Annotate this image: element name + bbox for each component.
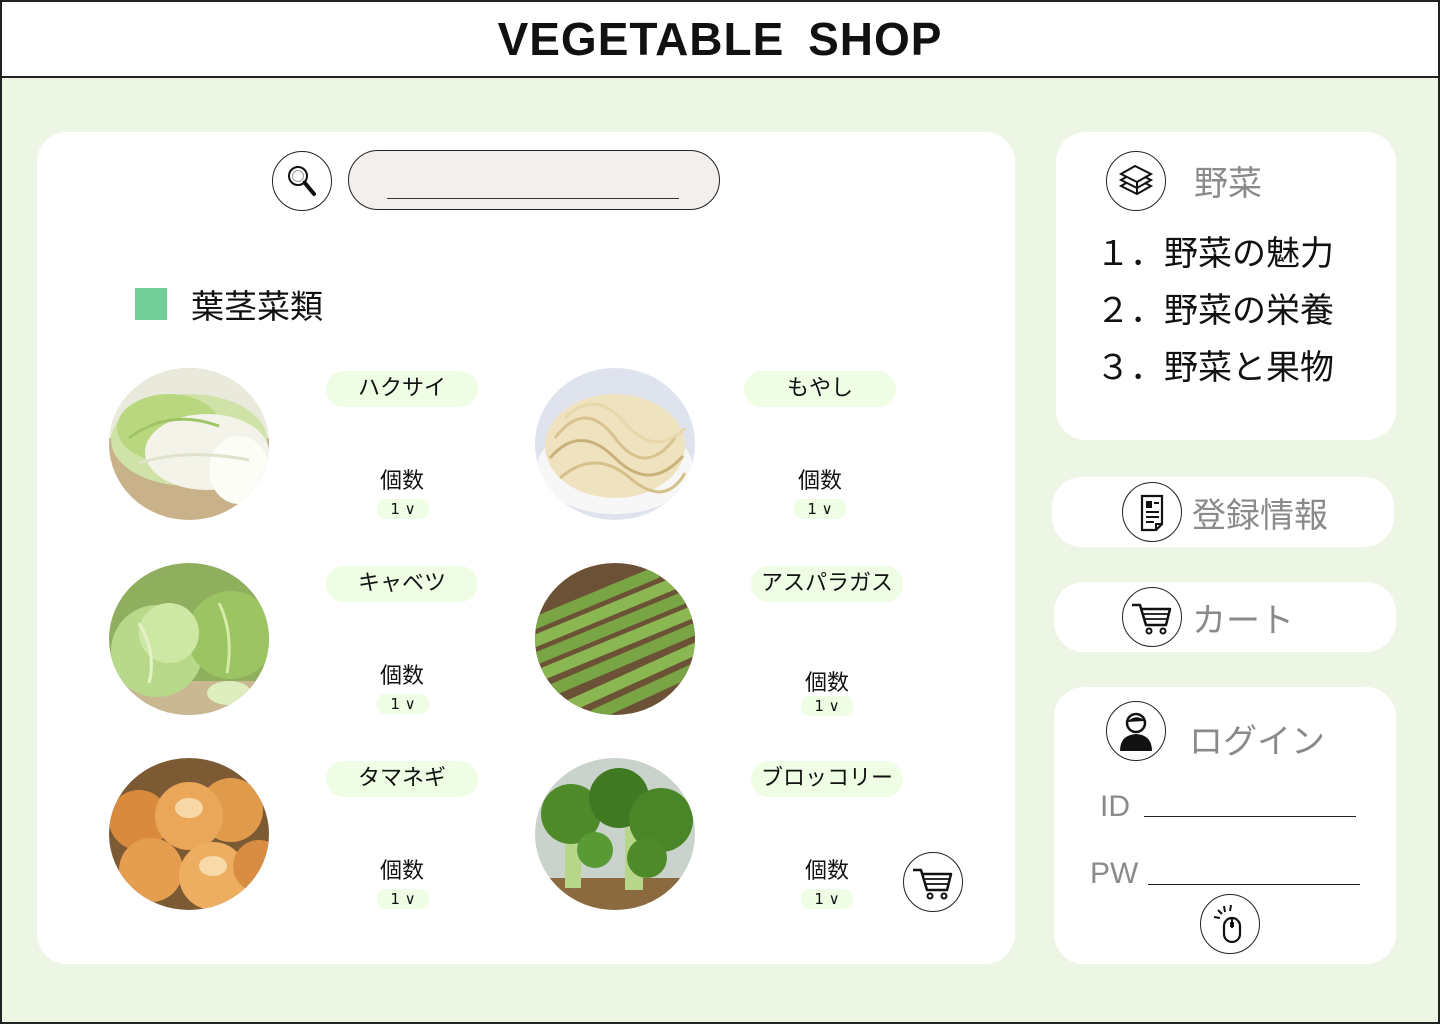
product-card: もやし 個数 1 ∨ <box>535 368 915 528</box>
site-header: VEGETABLE SHOP <box>0 0 1440 78</box>
product-name: ハクサイ <box>326 371 478 407</box>
login-card: ログイン ID PW <box>1054 687 1396 964</box>
quantity-label: 個数 <box>804 859 849 884</box>
cart-icon <box>1122 587 1182 647</box>
id-field[interactable] <box>1144 791 1356 817</box>
vegetable-link[interactable]: １．野菜の魅力 <box>1096 226 1334 283</box>
product-name: タマネギ <box>326 761 478 797</box>
vegetable-info-button[interactable] <box>1106 151 1166 211</box>
product-image-bean-sprouts[interactable] <box>535 368 695 520</box>
broccoli-image <box>535 758 695 910</box>
asparagus-image <box>535 563 695 715</box>
vegetable-link[interactable]: ２．野菜の栄養 <box>1096 283 1334 340</box>
product-name: もやし <box>744 371 896 407</box>
quantity-label: 個数 <box>804 671 849 696</box>
registration-button[interactable]: 登録情報 <box>1052 477 1394 547</box>
quantity-label: 個数 <box>379 859 424 884</box>
id-label: ID <box>1100 790 1130 823</box>
quantity-select[interactable]: 1 ∨ <box>377 694 429 714</box>
product-name: アスパラガス <box>751 566 903 602</box>
product-card: キャベツ 個数 1 ∨ <box>109 563 489 723</box>
search-input[interactable] <box>387 173 679 199</box>
quantity-select[interactable]: 1 ∨ <box>801 696 853 716</box>
vegetable-link-list: １．野菜の魅力 ２．野菜の栄養 ３．野菜と果物 <box>1096 226 1334 397</box>
cart-label: カート <box>1192 600 1294 641</box>
quantity-select[interactable]: 1 ∨ <box>377 889 429 909</box>
quantity-label: 個数 <box>379 469 424 494</box>
add-to-cart-button[interactable] <box>903 852 963 912</box>
product-name: キャベツ <box>326 566 478 602</box>
product-image-onion[interactable] <box>109 758 269 910</box>
product-image-chinese-cabbage[interactable] <box>109 368 269 520</box>
cart-button[interactable]: カート <box>1054 582 1396 652</box>
login-submit-button[interactable] <box>1200 894 1260 954</box>
login-title: ログイン <box>1189 722 1325 762</box>
vegetable-title: 野菜 <box>1194 164 1262 204</box>
chinese-cabbage-image <box>109 368 269 520</box>
quantity-label: 個数 <box>797 469 842 494</box>
product-name: ブロッコリー <box>751 761 903 797</box>
category-heading: 葉茎菜類 <box>135 280 323 328</box>
product-panel: 葉茎菜類 ハクサイ 個数 1 ∨ もやし 個数 1 ∨ キャベツ 個数 1 ∨ … <box>37 132 1015 964</box>
vegetable-info-card: 野菜 １．野菜の魅力 ２．野菜の栄養 ３．野菜と果物 <box>1056 132 1396 440</box>
category-marker <box>135 288 167 320</box>
quantity-label: 個数 <box>379 664 424 689</box>
onion-image <box>109 758 269 910</box>
product-image-cabbage[interactable] <box>109 563 269 715</box>
site-title: VEGETABLE SHOP <box>497 13 943 65</box>
book-icon <box>1118 164 1154 196</box>
search-button[interactable] <box>272 151 332 211</box>
password-field[interactable] <box>1148 859 1360 885</box>
pw-label: PW <box>1090 857 1139 890</box>
quantity-select[interactable]: 1 ∨ <box>794 499 846 519</box>
registration-label: 登録情報 <box>1192 495 1328 536</box>
search-box <box>348 150 720 210</box>
product-card: ブロッコリー 個数 1 ∨ <box>535 758 915 918</box>
mouse-click-icon <box>1213 904 1242 944</box>
category-title: 葉茎菜類 <box>191 287 323 326</box>
cart-icon <box>913 868 953 900</box>
document-icon <box>1122 482 1182 542</box>
product-card: ハクサイ 個数 1 ∨ <box>109 368 489 528</box>
cabbage-image <box>109 563 269 715</box>
bean-sprouts-image <box>535 368 695 520</box>
vegetable-link[interactable]: ３．野菜と果物 <box>1096 340 1334 397</box>
product-card: アスパラガス 個数 1 ∨ <box>535 563 915 723</box>
product-image-asparagus[interactable] <box>535 563 695 715</box>
magnifier-icon <box>288 166 316 196</box>
product-card: タマネギ 個数 1 ∨ <box>109 758 489 918</box>
product-image-broccoli[interactable] <box>535 758 695 910</box>
user-icon <box>1106 701 1166 761</box>
quantity-select[interactable]: 1 ∨ <box>377 499 429 519</box>
quantity-select[interactable]: 1 ∨ <box>801 889 853 909</box>
